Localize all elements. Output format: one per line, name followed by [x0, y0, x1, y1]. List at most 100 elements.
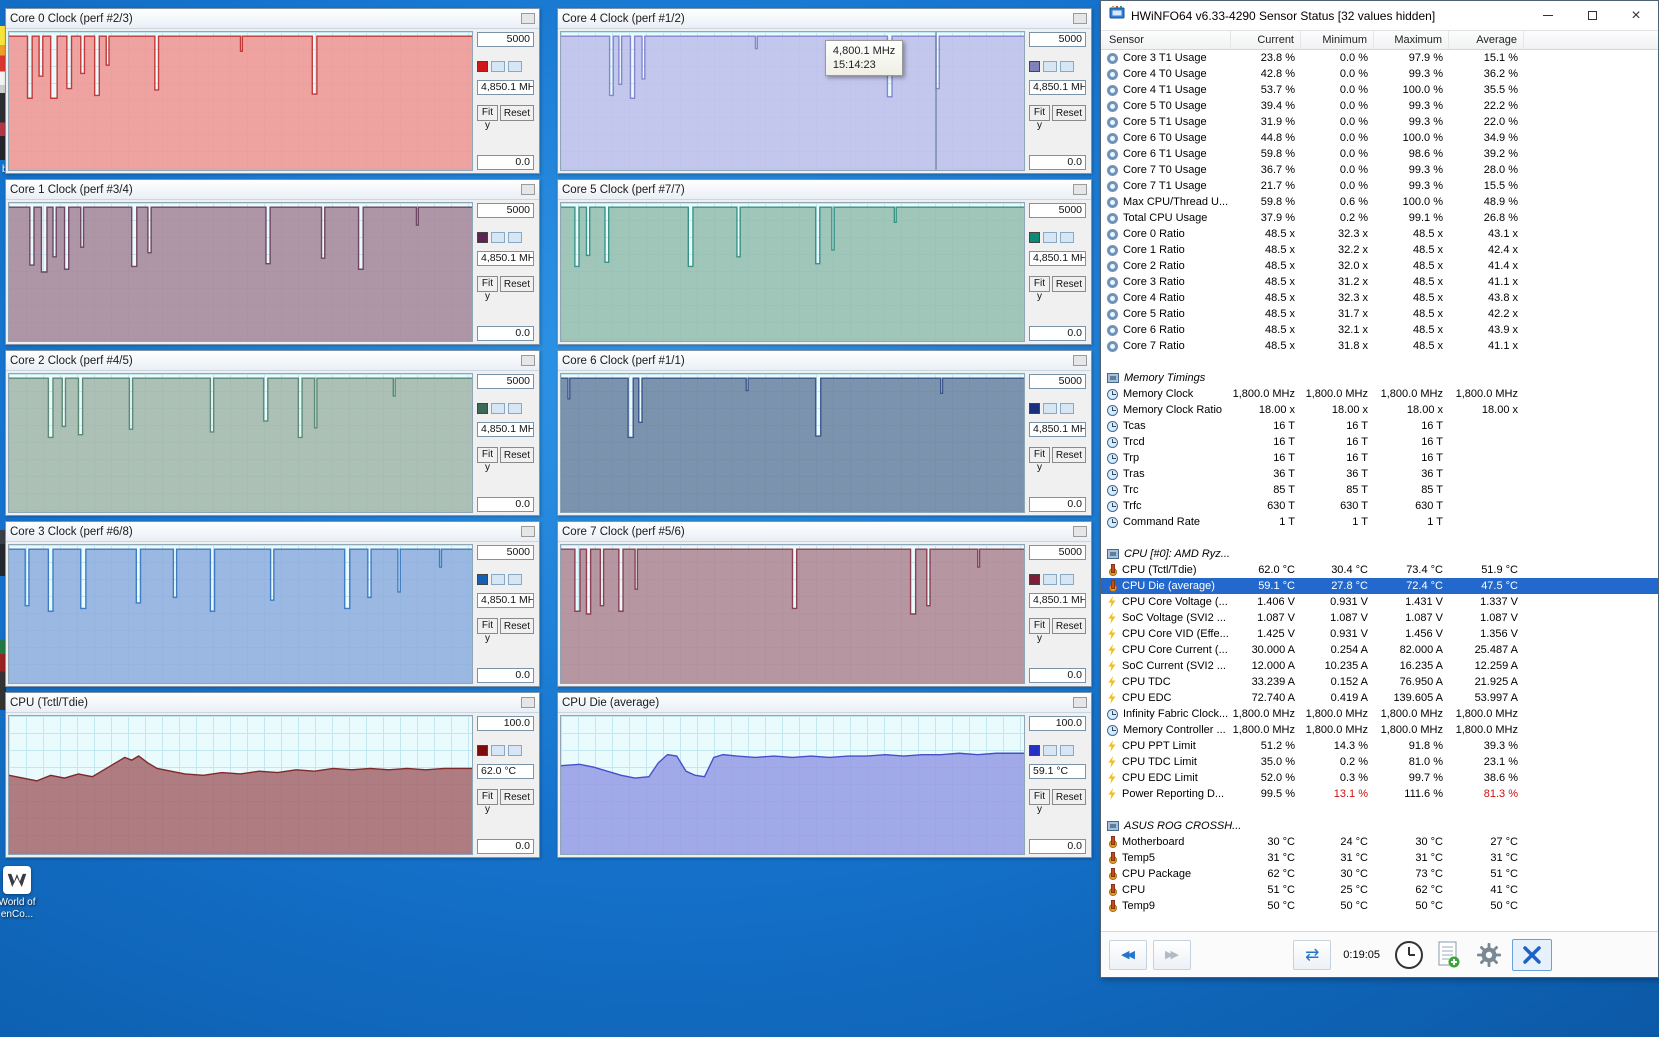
sensor-row[interactable]: CPU Package62 °C30 °C73 °C51 °C [1101, 866, 1658, 882]
graph-window-button[interactable] [521, 184, 535, 195]
scale-button-1[interactable] [1043, 574, 1057, 585]
scale-button-2[interactable] [1060, 745, 1074, 756]
sensor-row[interactable]: Core 7 Ratio48.5 x31.8 x48.5 x41.1 x [1101, 338, 1658, 354]
graph-window-button[interactable] [1073, 184, 1087, 195]
graph-window-button[interactable] [1073, 13, 1087, 24]
column-average[interactable]: Average [1449, 31, 1524, 49]
scale-button-1[interactable] [491, 232, 505, 243]
sensor-row[interactable]: CPU EDC72.740 A0.419 A139.605 A53.997 A [1101, 690, 1658, 706]
series-color-swatch[interactable] [477, 61, 488, 72]
sensor-row[interactable]: Motherboard30 °C24 °C30 °C27 °C [1101, 834, 1658, 850]
scale-button-2[interactable] [508, 61, 522, 72]
axis-max-value[interactable]: 5000 [477, 374, 534, 389]
reset-button[interactable]: Reset [500, 447, 534, 463]
sensor-row[interactable]: Core 5 Ratio48.5 x31.7 x48.5 x42.2 x [1101, 306, 1658, 322]
sensor-row[interactable]: Core 1 Ratio48.5 x32.2 x48.5 x42.4 x [1101, 242, 1658, 258]
axis-max-value[interactable]: 100.0 [477, 716, 534, 731]
fit-y-button[interactable]: Fit y [1029, 618, 1050, 634]
reset-button[interactable]: Reset [1052, 276, 1086, 292]
sensor-row[interactable]: Tras36 T36 T36 T [1101, 466, 1658, 482]
graph-window-button[interactable] [1073, 697, 1087, 708]
sensor-row[interactable]: Memory Controller ...1,800.0 MHz1,800.0 … [1101, 722, 1658, 738]
sensor-row[interactable]: CPU (Tctl/Tdie)62.0 °C30.4 °C73.4 °C51.9… [1101, 562, 1658, 578]
history-back-button[interactable]: ◀◀ [1109, 940, 1147, 970]
scale-button-2[interactable] [1060, 403, 1074, 414]
scale-button-1[interactable] [491, 403, 505, 414]
series-color-swatch[interactable] [1029, 232, 1040, 243]
sensor-row[interactable]: Core 6 T0 Usage44.8 %0.0 %100.0 %34.9 % [1101, 130, 1658, 146]
sensor-row[interactable]: Temp950 °C50 °C50 °C50 °C [1101, 898, 1658, 914]
history-forward-button[interactable]: ▶▶ [1153, 940, 1191, 970]
sensor-section-row[interactable]: CPU [#0]: AMD Ryz... [1101, 546, 1658, 562]
fit-y-button[interactable]: Fit y [477, 789, 498, 805]
sensor-row[interactable]: Core 3 Ratio48.5 x31.2 x48.5 x41.1 x [1101, 274, 1658, 290]
sensor-row[interactable]: CPU51 °C25 °C62 °C41 °C [1101, 882, 1658, 898]
sensor-row[interactable]: Trfc630 T630 T630 T [1101, 498, 1658, 514]
fit-y-button[interactable]: Fit y [477, 618, 498, 634]
reset-button[interactable]: Reset [1052, 618, 1086, 634]
sensor-row[interactable]: Core 4 T0 Usage42.8 %0.0 %99.3 %36.2 % [1101, 66, 1658, 82]
reset-button[interactable]: Reset [500, 105, 534, 121]
axis-max-value[interactable]: 5000 [1029, 203, 1086, 218]
fit-y-button[interactable]: Fit y [1029, 789, 1050, 805]
series-color-swatch[interactable] [477, 574, 488, 585]
axis-min-value[interactable]: 0.0 [1029, 668, 1086, 683]
series-color-swatch[interactable] [477, 745, 488, 756]
sensor-row[interactable]: SoC Voltage (SVI2 ...1.087 V1.087 V1.087… [1101, 610, 1658, 626]
sensor-row[interactable]: Trp16 T16 T16 T [1101, 450, 1658, 466]
reset-button[interactable]: Reset [500, 618, 534, 634]
sensor-row[interactable]: CPU Core Current (...30.000 A0.254 A82.0… [1101, 642, 1658, 658]
sensor-row[interactable]: Memory Clock1,800.0 MHz1,800.0 MHz1,800.… [1101, 386, 1658, 402]
sensor-section-row[interactable]: Memory Timings [1101, 370, 1658, 386]
graph-titlebar[interactable]: CPU (Tctl/Tdie) [6, 693, 539, 713]
series-color-swatch[interactable] [1029, 574, 1040, 585]
axis-max-value[interactable]: 5000 [1029, 374, 1086, 389]
series-color-swatch[interactable] [1029, 745, 1040, 756]
graph-plot-area[interactable] [560, 715, 1025, 855]
graph-plot-area[interactable] [560, 202, 1025, 342]
scale-button-2[interactable] [508, 745, 522, 756]
axis-min-value[interactable]: 0.0 [477, 326, 534, 341]
graph-titlebar[interactable]: Core 5 Clock (perf #7/7) [558, 180, 1091, 200]
maximize-button[interactable] [1570, 1, 1614, 30]
scale-button-2[interactable] [1060, 232, 1074, 243]
graph-plot-area[interactable] [8, 544, 473, 684]
column-current[interactable]: Current [1231, 31, 1301, 49]
sensor-row[interactable]: SoC Current (SVI2 ...12.000 A10.235 A16.… [1101, 658, 1658, 674]
scale-button-2[interactable] [508, 574, 522, 585]
axis-max-value[interactable]: 5000 [477, 32, 534, 47]
scale-button-2[interactable] [508, 403, 522, 414]
sensor-row[interactable]: CPU Core VID (Effe...1.425 V0.931 V1.456… [1101, 626, 1658, 642]
sensor-row[interactable]: Core 6 T1 Usage59.8 %0.0 %98.6 %39.2 % [1101, 146, 1658, 162]
scale-button-2[interactable] [1060, 61, 1074, 72]
minimize-button[interactable] [1526, 1, 1570, 30]
scale-button-1[interactable] [491, 574, 505, 585]
series-color-swatch[interactable] [1029, 403, 1040, 414]
column-header-row[interactable]: Sensor Current Minimum Maximum Average [1101, 30, 1658, 50]
graph-window-button[interactable] [521, 697, 535, 708]
sensor-row[interactable]: CPU TDC Limit35.0 %0.2 %81.0 %23.1 % [1101, 754, 1658, 770]
fit-y-button[interactable]: Fit y [477, 105, 498, 121]
axis-min-value[interactable]: 0.0 [477, 839, 534, 854]
reset-button[interactable]: Reset [500, 789, 534, 805]
series-color-swatch[interactable] [477, 232, 488, 243]
sensor-row[interactable]: Core 7 T1 Usage21.7 %0.0 %99.3 %15.5 % [1101, 178, 1658, 194]
graph-plot-area[interactable] [8, 31, 473, 171]
sensor-row[interactable]: Total CPU Usage37.9 %0.2 %99.1 %26.8 % [1101, 210, 1658, 226]
sensor-row[interactable]: Core 3 T1 Usage23.8 %0.0 %97.9 %15.1 % [1101, 50, 1658, 66]
scale-button-1[interactable] [491, 61, 505, 72]
scale-button-1[interactable] [1043, 403, 1057, 414]
column-sensor[interactable]: Sensor [1101, 31, 1231, 49]
reset-button[interactable]: Reset [1052, 105, 1086, 121]
axis-min-value[interactable]: 0.0 [1029, 497, 1086, 512]
axis-min-value[interactable]: 0.0 [1029, 326, 1086, 341]
graph-plot-area[interactable] [8, 373, 473, 513]
graph-titlebar[interactable]: Core 3 Clock (perf #6/8) [6, 522, 539, 542]
graph-plot-area[interactable] [560, 544, 1025, 684]
graph-titlebar[interactable]: CPU Die (average) [558, 693, 1091, 713]
graph-window-button[interactable] [521, 13, 535, 24]
scale-button-1[interactable] [1043, 232, 1057, 243]
graph-titlebar[interactable]: Core 4 Clock (perf #1/2) [558, 9, 1091, 29]
column-minimum[interactable]: Minimum [1301, 31, 1374, 49]
sensor-row[interactable]: Core 6 Ratio48.5 x32.1 x48.5 x43.9 x [1101, 322, 1658, 338]
